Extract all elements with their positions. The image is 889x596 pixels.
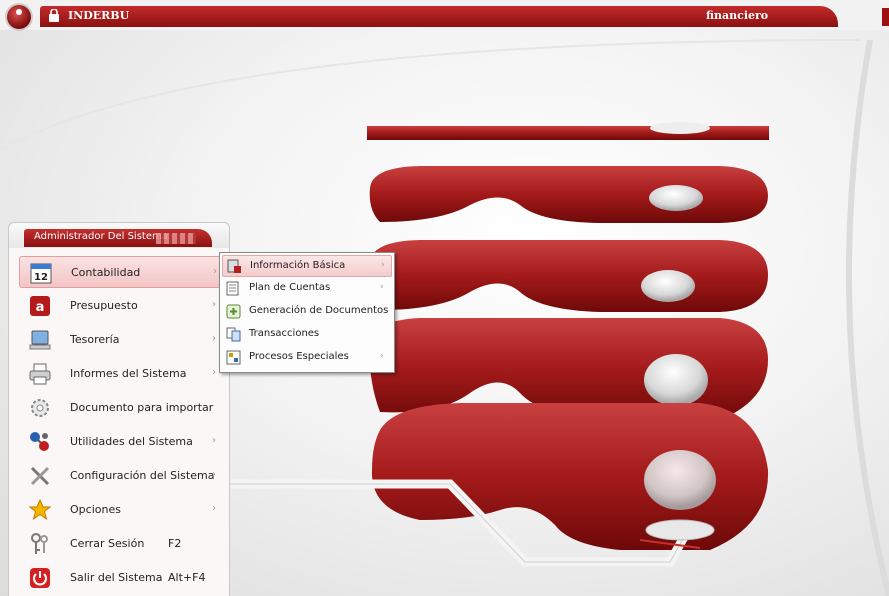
calendar-12-icon: 12 — [30, 263, 52, 284]
plan-cuentas-icon — [226, 281, 239, 296]
menu-item-label: Utilidades del Sistema — [70, 435, 193, 448]
info-basica-icon — [227, 259, 241, 273]
menu-item-label: Documento para importar — [70, 401, 214, 414]
panel-header-title: Administrador Del Sistema — [34, 231, 168, 242]
molecule-icon — [30, 432, 49, 451]
gear-icon — [31, 399, 49, 417]
computer-icon — [29, 330, 51, 350]
submenu-item-label: Generación de Documentos — [249, 305, 389, 316]
svg-text:a: a — [36, 300, 45, 315]
menu-item-shortcut: Alt+F4 — [168, 571, 206, 584]
generacion-icon — [226, 304, 241, 319]
lock-icon — [49, 9, 59, 22]
contabilidad-submenu: Información Básica › Plan de Cuentas › G… — [219, 252, 395, 373]
transacciones-icon — [226, 327, 241, 342]
menu-item-contabilidad[interactable]: 12 Contabilidad › — [19, 256, 229, 288]
submenu-item-label: Procesos Especiales — [249, 351, 349, 362]
menu-item-opciones[interactable]: Opciones › — [19, 494, 229, 526]
submenu-arrow-icon: › — [380, 351, 384, 361]
start-menu-panel: 12 Contabilidad › a Presupuesto › Tesore… — [8, 248, 230, 596]
menu-item-utilidades[interactable]: Utilidades del Sistema › — [19, 426, 229, 458]
submenu-arrow-icon: › — [212, 333, 216, 344]
keys-icon — [31, 533, 48, 554]
printer-icon — [29, 363, 51, 385]
menu-item-label: Contabilidad — [71, 266, 141, 279]
menu-item-configuracion[interactable]: Configuración del Sistema › — [19, 460, 229, 492]
menu-item-label: Tesorería — [70, 333, 120, 346]
submenu-item-label: Plan de Cuentas — [249, 282, 331, 293]
window-corner-button[interactable] — [882, 8, 889, 26]
app-title: INDERBU — [68, 9, 130, 22]
user-name: financiero — [706, 9, 769, 22]
power-icon — [30, 568, 50, 588]
menu-item-presupuesto[interactable]: a Presupuesto › — [19, 290, 229, 322]
menu-item-label: Presupuesto — [70, 299, 138, 312]
menu-item-label: Salir del Sistema — [70, 571, 163, 584]
submenu-item-label: Transacciones — [249, 328, 320, 339]
start-orb-button[interactable] — [7, 5, 31, 29]
presupuesto-icon: a — [30, 296, 50, 316]
menu-item-tesoreria[interactable]: Tesorería › — [19, 324, 229, 356]
submenu-arrow-icon: › — [381, 260, 385, 270]
submenu-arrow-icon: › — [380, 282, 384, 292]
submenu-arrow-icon: › — [213, 266, 217, 277]
submenu-arrow-icon: › — [212, 435, 216, 446]
menu-item-informes[interactable]: Informes del Sistema › — [19, 358, 229, 390]
submenu-arrow-icon: › — [212, 367, 216, 378]
menu-item-label: Informes del Sistema — [70, 367, 187, 380]
star-icon — [29, 499, 51, 521]
menu-item-salir[interactable]: Salir del Sistema Alt+F4 — [19, 562, 229, 594]
submenu-item-plan-cuentas[interactable]: Plan de Cuentas › — [222, 278, 392, 300]
menu-item-shortcut: F2 — [168, 537, 182, 550]
submenu-item-label: Información Básica — [250, 260, 346, 271]
submenu-item-procesos-especiales[interactable]: Procesos Especiales › — [222, 347, 392, 369]
menu-item-documento-importar[interactable]: Documento para importar — [19, 392, 229, 424]
submenu-arrow-icon: › — [212, 469, 216, 480]
submenu-item-transacciones[interactable]: Transacciones — [222, 324, 392, 346]
submenu-arrow-icon: › — [212, 299, 216, 310]
menu-item-label: Cerrar Sesión — [70, 537, 145, 550]
title-bar: INDERBU financiero — [0, 0, 889, 30]
calendar-icon-text: 12 — [34, 272, 48, 283]
menu-item-label: Configuración del Sistema — [70, 469, 215, 482]
menu-item-label: Opciones — [70, 503, 121, 516]
menu-item-cerrar-sesion[interactable]: Cerrar Sesión F2 — [19, 528, 229, 560]
header-decoration — [156, 233, 196, 244]
submenu-item-generacion-documentos[interactable]: Generación de Documentos — [222, 301, 392, 323]
submenu-arrow-icon: › — [212, 503, 216, 514]
submenu-item-informacion-basica[interactable]: Información Básica › — [222, 255, 392, 277]
procesos-icon — [226, 350, 241, 365]
tools-icon — [30, 466, 50, 486]
